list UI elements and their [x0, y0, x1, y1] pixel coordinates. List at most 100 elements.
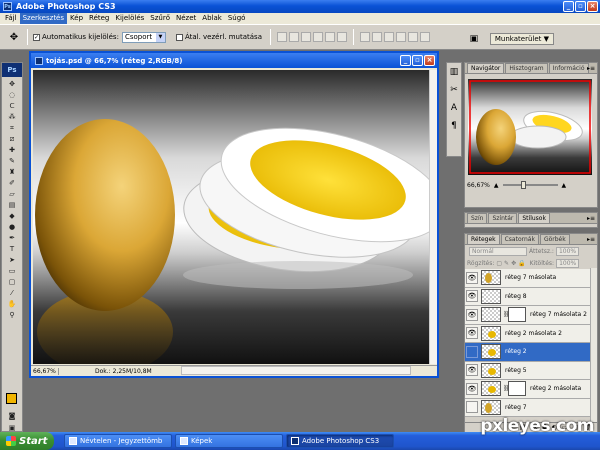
- layer-row[interactable]: 👁 réteg 2 másolata 2: [465, 324, 590, 343]
- blend-mode-dropdown[interactable]: Normál: [469, 246, 527, 256]
- navigator-thumbnail[interactable]: [468, 79, 592, 175]
- menu-edit[interactable]: Szerkesztés: [19, 13, 68, 24]
- menu-file[interactable]: Fájl: [2, 13, 20, 24]
- document-zoom[interactable]: 66,67%: [31, 367, 59, 375]
- tab-navigator[interactable]: Navigátor: [467, 63, 505, 73]
- lasso-tool-icon[interactable]: ᑕ: [2, 101, 22, 112]
- gradient-tool-icon[interactable]: ▤: [2, 200, 22, 211]
- mask-link-icon[interactable]: ⛓: [503, 385, 511, 392]
- foreground-color-swatch[interactable]: [6, 393, 17, 404]
- zoom-slider[interactable]: [502, 181, 558, 189]
- opacity-field[interactable]: 100%: [555, 246, 580, 256]
- notes-tool-icon[interactable]: ▢: [2, 277, 22, 288]
- workspace-button[interactable]: Munkaterület ▼: [489, 33, 554, 45]
- tab-channels[interactable]: Csatornák: [500, 234, 539, 244]
- blur-tool-icon[interactable]: ◆: [2, 211, 22, 222]
- layer-row[interactable]: réteg 2: [465, 343, 590, 362]
- menu-window[interactable]: Ablak: [199, 13, 225, 24]
- palette-well-icon[interactable]: ▣: [466, 31, 482, 47]
- align-left-button[interactable]: [313, 32, 323, 42]
- tab-info[interactable]: Információ: [548, 63, 589, 73]
- document-title-bar[interactable]: tojás.psd @ 66,7% (réteg 2,RGB/8) _ ▫ ×: [31, 53, 437, 68]
- lock-icons[interactable]: ▢✎✥🔒: [496, 260, 527, 267]
- layer-mask-thumbnail[interactable]: [508, 381, 526, 397]
- zoom-tool-icon[interactable]: ⚲: [2, 310, 22, 321]
- task-pictures[interactable]: Képek: [175, 434, 283, 448]
- move-tool-icon[interactable]: ✥: [6, 29, 22, 45]
- paragraph-palette-icon[interactable]: ¶: [447, 117, 461, 135]
- visibility-eye-icon[interactable]: 👁: [466, 327, 478, 340]
- align-right-button[interactable]: [337, 32, 347, 42]
- tab-histogram[interactable]: Hisztogram: [505, 63, 548, 73]
- layer-row[interactable]: réteg 7: [465, 398, 590, 417]
- visibility-eye-icon[interactable]: 👁: [466, 382, 478, 395]
- visibility-eye-icon[interactable]: [466, 401, 478, 414]
- pen-tool-icon[interactable]: ✒: [2, 233, 22, 244]
- task-notepad[interactable]: Névtelen - Jegyzettömb: [64, 434, 172, 448]
- eyedropper-tool-icon[interactable]: ⁄: [2, 288, 22, 299]
- menu-filter[interactable]: Szűrő: [147, 13, 173, 24]
- dodge-tool-icon[interactable]: ●: [2, 222, 22, 233]
- distribute-right-button[interactable]: [420, 32, 430, 42]
- visibility-eye-icon[interactable]: 👁: [466, 271, 478, 284]
- visibility-eye-icon[interactable]: 👁: [466, 308, 478, 321]
- brushes-palette-icon[interactable]: ▥: [447, 63, 461, 81]
- tab-swatches[interactable]: Színtár: [488, 213, 518, 223]
- distribute-top-button[interactable]: [360, 32, 370, 42]
- auto-select-dropdown[interactable]: Csoport ▼: [121, 31, 166, 43]
- layer-mask-thumbnail[interactable]: [508, 307, 526, 323]
- start-button[interactable]: Start: [0, 432, 54, 450]
- eraser-tool-icon[interactable]: ▱: [2, 189, 22, 200]
- shape-tool-icon[interactable]: ▭: [2, 266, 22, 277]
- panel-menu-icon[interactable]: ▸≡: [587, 215, 595, 222]
- zoom-out-icon[interactable]: ▲: [494, 182, 499, 189]
- align-bottom-button[interactable]: [301, 32, 311, 42]
- doc-maximize-button[interactable]: ▫: [412, 55, 423, 66]
- visibility-eye-icon[interactable]: [466, 345, 478, 358]
- visibility-eye-icon[interactable]: 👁: [466, 290, 478, 303]
- distribute-middle-button[interactable]: [372, 32, 382, 42]
- tab-layers[interactable]: Rétegek: [467, 234, 500, 244]
- photoshop-logo-icon[interactable]: Ps: [2, 63, 22, 77]
- menu-select[interactable]: Kijelölés: [112, 13, 147, 24]
- layer-row[interactable]: 👁 ⛓ réteg 7 másolata 2: [465, 306, 590, 325]
- horizontal-scrollbar[interactable]: [181, 366, 411, 375]
- menu-image[interactable]: Kép: [67, 13, 86, 24]
- menu-help[interactable]: Súgó: [225, 13, 249, 24]
- distribute-left-button[interactable]: [396, 32, 406, 42]
- navigator-zoom[interactable]: 66,67%: [467, 182, 490, 189]
- tab-curves[interactable]: Görbék: [539, 234, 570, 244]
- clone-stamp-tool-icon[interactable]: ♜: [2, 167, 22, 178]
- layer-row[interactable]: 👁 ⛓ réteg 2 másolata: [465, 380, 590, 399]
- type-tool-icon[interactable]: T: [2, 244, 22, 255]
- slice-tool-icon[interactable]: ⧄: [2, 134, 22, 145]
- visibility-eye-icon[interactable]: 👁: [466, 364, 478, 377]
- marquee-tool-icon[interactable]: ◌: [2, 90, 22, 101]
- brush-tool-icon[interactable]: ✎: [2, 156, 22, 167]
- layer-row[interactable]: 👁 réteg 7 másolata: [465, 269, 590, 288]
- move-tool-icon[interactable]: ✥: [2, 79, 22, 90]
- zoom-in-icon[interactable]: ▲: [562, 182, 567, 189]
- panel-menu-icon[interactable]: ▸≡: [587, 65, 595, 72]
- tab-color[interactable]: Szín: [467, 213, 488, 223]
- maximize-button[interactable]: ▫: [575, 1, 586, 12]
- character-palette-icon[interactable]: A: [447, 99, 461, 117]
- zoom-slider-handle[interactable]: [520, 181, 526, 189]
- magic-wand-tool-icon[interactable]: ⁂: [2, 112, 22, 123]
- layer-row[interactable]: 👁 réteg 5: [465, 361, 590, 380]
- align-center-button[interactable]: [325, 32, 335, 42]
- doc-close-button[interactable]: ×: [424, 55, 435, 66]
- menu-layer[interactable]: Réteg: [86, 13, 112, 24]
- crop-tool-icon[interactable]: ⌗: [2, 123, 22, 134]
- document-size[interactable]: Dok.: 2,25M/10,8M: [95, 368, 152, 375]
- align-middle-button[interactable]: [289, 32, 299, 42]
- distribute-bottom-button[interactable]: [384, 32, 394, 42]
- healing-brush-tool-icon[interactable]: ✚: [2, 145, 22, 156]
- show-transform-checkbox[interactable]: [175, 33, 183, 41]
- close-button[interactable]: ×: [587, 1, 598, 12]
- distribute-center-button[interactable]: [408, 32, 418, 42]
- doc-minimize-button[interactable]: _: [400, 55, 411, 66]
- minimize-button[interactable]: _: [563, 1, 574, 12]
- fill-field[interactable]: 100%: [556, 258, 580, 268]
- menu-view[interactable]: Nézet: [173, 13, 199, 24]
